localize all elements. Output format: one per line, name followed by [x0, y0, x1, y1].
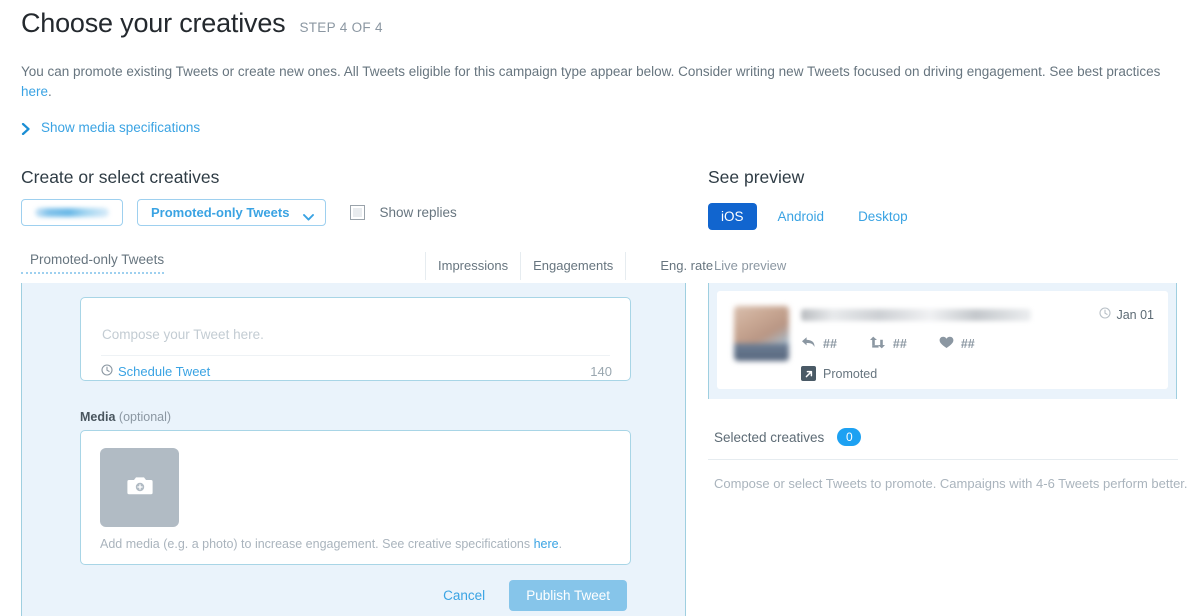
reply-stat: ##	[801, 336, 837, 352]
avatar	[734, 306, 789, 361]
selected-creatives-empty-hint: Compose or select Tweets to promote. Cam…	[714, 476, 1188, 491]
tab-android[interactable]: Android	[765, 203, 838, 230]
media-upload-box[interactable]: Add media (e.g. a photo) to increase eng…	[80, 430, 631, 565]
promoted-badge-row: Promoted	[801, 366, 877, 381]
intro-text-after: .	[48, 84, 52, 99]
show-media-specifications-toggle[interactable]: Show media specifications	[21, 120, 200, 135]
preview-platform-tabs: iOS Android Desktop	[708, 203, 921, 230]
chevron-right-icon	[21, 122, 31, 135]
media-optional-text: (optional)	[118, 410, 172, 424]
checkbox-inner	[353, 208, 363, 217]
composer-actions: Cancel Publish Tweet	[437, 580, 627, 611]
see-preview-title: See preview	[708, 167, 805, 187]
tweet-compose-box[interactable]: Compose your Tweet here. Schedule Tweet …	[80, 297, 631, 381]
selected-creatives-count-badge: 0	[837, 428, 862, 446]
creative-specifications-link[interactable]: here	[534, 537, 559, 551]
best-practices-link[interactable]: here	[21, 84, 48, 99]
character-counter: 140	[590, 364, 612, 379]
tab-desktop[interactable]: Desktop	[845, 203, 921, 230]
heart-icon	[939, 336, 954, 352]
step-indicator: STEP 4 OF 4	[299, 20, 383, 35]
cancel-button[interactable]: Cancel	[437, 587, 491, 604]
tweet-type-label: Promoted-only Tweets	[151, 205, 290, 220]
page-header: Choose your creatives STEP 4 OF 4	[21, 8, 383, 39]
column-header-eng-rate[interactable]: Eng. rate	[625, 252, 713, 280]
author-name-redacted	[801, 309, 1031, 321]
clock-icon	[1099, 307, 1112, 322]
account-name-redacted	[35, 208, 109, 217]
creatives-controls: Promoted-only Tweets Show replies	[21, 199, 457, 226]
column-header-promoted-only-tweets[interactable]: Promoted-only Tweets	[21, 252, 165, 274]
intro-paragraph: You can promote existing Tweets or creat…	[21, 62, 1166, 102]
camera-add-icon	[126, 474, 153, 501]
schedule-tweet-button[interactable]: Schedule Tweet	[101, 364, 210, 379]
show-replies-checkbox[interactable]	[350, 205, 366, 220]
media-label-text: Media	[80, 410, 116, 424]
metric-column-headers: Impressions Engagements Eng. rate	[425, 252, 713, 280]
tweet-text-placeholder: Compose your Tweet here.	[102, 327, 264, 342]
show-media-specifications-label: Show media specifications	[41, 120, 201, 135]
tab-ios[interactable]: iOS	[708, 203, 757, 230]
chevron-down-icon	[303, 209, 315, 221]
tweet-date: Jan 01	[1099, 307, 1154, 322]
live-preview-label: Live preview	[714, 258, 787, 273]
tweet-type-dropdown[interactable]: Promoted-only Tweets	[137, 199, 327, 226]
creatives-step-page: Choose your creatives STEP 4 OF 4 You ca…	[0, 0, 1198, 616]
retweet-count: ##	[892, 337, 907, 351]
composer-divider	[101, 355, 610, 356]
retweet-stat: ##	[869, 336, 907, 352]
reply-count: ##	[823, 337, 837, 351]
publish-tweet-button[interactable]: Publish Tweet	[509, 580, 627, 611]
column-header-impressions[interactable]: Impressions	[425, 252, 520, 280]
tweet-date-label: Jan 01	[1116, 307, 1154, 322]
divider	[708, 459, 1178, 460]
retweet-icon	[869, 336, 886, 352]
media-hint-after: .	[558, 537, 563, 551]
show-replies-label: Show replies	[379, 205, 457, 220]
selected-creatives-label: Selected creatives	[714, 429, 825, 445]
account-selector-button[interactable]	[21, 199, 123, 226]
clock-icon	[101, 364, 113, 379]
tweet-composer-panel: Compose your Tweet here. Schedule Tweet …	[21, 283, 686, 616]
reply-icon	[801, 336, 816, 352]
media-hint-text: Add media (e.g. a photo) to increase eng…	[100, 537, 562, 551]
composer-footer: Schedule Tweet 140	[101, 364, 612, 379]
live-preview-panel: Jan 01 ## ## ## Promoted	[708, 283, 1177, 399]
like-count: ##	[960, 337, 975, 351]
column-header-engagements[interactable]: Engagements	[520, 252, 625, 280]
tweet-preview-card: Jan 01 ## ## ## Promoted	[717, 291, 1168, 389]
show-replies-control: Show replies	[350, 205, 457, 220]
media-hint-before: Add media (e.g. a photo) to increase eng…	[100, 537, 534, 551]
schedule-tweet-label: Schedule Tweet	[118, 364, 211, 379]
create-select-creatives-title: Create or select creatives	[21, 167, 220, 187]
tweet-engagement-stats: ## ## ##	[801, 336, 975, 352]
creatives-table-header: Promoted-only Tweets Impressions Engagem…	[21, 252, 713, 282]
selected-creatives-row: Selected creatives 0	[714, 428, 862, 446]
page-title: Choose your creatives	[21, 8, 286, 38]
media-section-label: Media (optional)	[80, 410, 171, 424]
intro-text-before: You can promote existing Tweets or creat…	[21, 64, 1161, 79]
promoted-label: Promoted	[823, 366, 878, 381]
arrow-up-right-icon	[801, 366, 816, 381]
like-stat: ##	[939, 336, 975, 352]
media-thumbnail-placeholder[interactable]	[100, 448, 179, 527]
